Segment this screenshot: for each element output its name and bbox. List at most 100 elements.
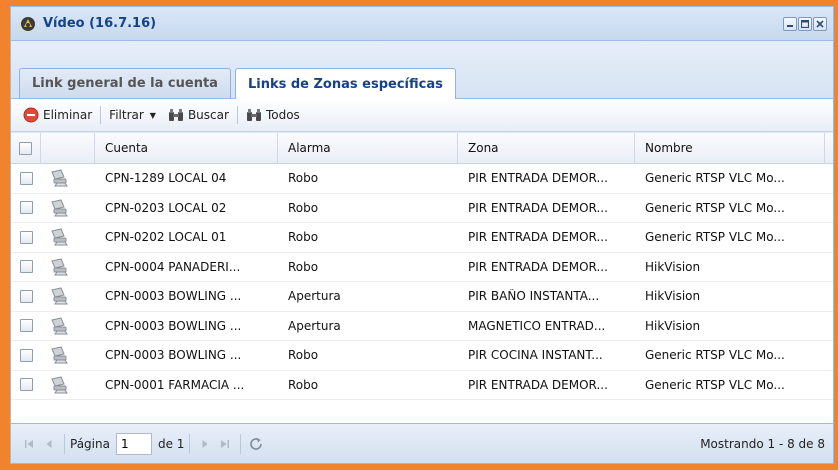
video-window: Vídeo (16.7.16) Link general de la cuent…	[10, 6, 834, 464]
cell-zona: PIR ENTRADA DEMOR...	[468, 200, 608, 215]
row-checkbox-cell[interactable]	[11, 371, 41, 400]
cell-zona: PIR ENTRADA DEMOR...	[468, 171, 608, 186]
select-all-checkbox-cell[interactable]	[11, 133, 41, 163]
cell-cuenta: CPN-1289 LOCAL 04	[105, 171, 227, 186]
cell-zona: MAGNETICO ENTRAD...	[468, 318, 606, 333]
cell-cuenta: CPN-0004 PANADERI...	[105, 259, 241, 274]
page-label: Página	[70, 436, 110, 451]
header-alarma[interactable]: Alarma	[278, 133, 458, 163]
filter-button[interactable]: Filtrar ▼	[103, 104, 162, 126]
cell-zona: PIR BAÑO INSTANTA...	[468, 289, 600, 304]
cell-alarma: Apertura	[288, 289, 341, 304]
next-page-icon	[202, 439, 208, 448]
window-titlebar[interactable]: Vídeo (16.7.16)	[11, 7, 833, 41]
table-row[interactable]: CPN-0202 LOCAL 01 Robo PIR ENTRADA DEMOR..…	[11, 223, 833, 253]
row-checkbox[interactable]	[19, 230, 33, 244]
row-checkbox-cell[interactable]	[11, 282, 41, 311]
grid-body: CPN-1289 LOCAL 04 Robo PIR ENTRADA DEMOR..…	[11, 164, 833, 400]
row-checkbox-cell[interactable]	[11, 341, 41, 370]
table-row[interactable]: CPN-1289 LOCAL 04 Robo PIR ENTRADA DEMOR..…	[11, 164, 833, 194]
first-page-icon	[25, 439, 33, 448]
cell-nombre: HikVision	[645, 289, 701, 304]
pager-separator	[64, 433, 65, 454]
camera-icon	[41, 253, 95, 282]
binoculars-icon	[168, 109, 183, 121]
refresh-button[interactable]	[246, 434, 266, 454]
last-page-icon	[221, 439, 230, 448]
window-title: Vídeo (16.7.16)	[43, 16, 157, 31]
camera-icon	[41, 341, 95, 370]
page-number-input[interactable]	[115, 432, 152, 455]
all-button[interactable]: Todos	[240, 104, 306, 126]
prev-page-icon	[46, 439, 52, 448]
cell-alarma: Robo	[288, 259, 319, 274]
cell-cuenta: CPN-0001 FARMACIA ...	[105, 377, 245, 392]
row-checkbox[interactable]	[19, 260, 33, 274]
row-checkbox-cell[interactable]	[11, 312, 41, 341]
cell-nombre: HikVision	[645, 259, 701, 274]
header-nombre[interactable]: Nombre	[635, 133, 825, 163]
delete-button[interactable]: Eliminar	[17, 104, 98, 126]
refresh-icon	[250, 437, 263, 450]
pager-separator	[240, 433, 242, 454]
delete-label: Eliminar	[43, 108, 93, 122]
page-of-label: de 1	[157, 436, 185, 451]
cell-nombre: Generic RTSP VLC Mo...	[645, 200, 785, 215]
camera-icon	[41, 312, 95, 341]
tab-link-general[interactable]: Link general de la cuenta	[19, 68, 231, 98]
table-row[interactable]: CPN-0004 PANADERI... Robo PIR ENTRADA DEMO…	[11, 253, 833, 282]
cell-alarma: Robo	[288, 230, 319, 245]
close-button[interactable]	[813, 16, 827, 31]
camera-icon	[41, 223, 95, 252]
table-row[interactable]: CPN-0003 BOWLING ... Apertura MAGNETICO EN…	[11, 312, 833, 341]
header-icon-column	[41, 133, 95, 163]
table-row[interactable]: CPN-0003 BOWLING ... Apertura PIR BAÑO INS…	[11, 282, 833, 312]
table-row[interactable]: CPN-0001 FARMACIA ... Robo PIR ENTRADA DEM…	[11, 371, 833, 400]
row-checkbox[interactable]	[19, 289, 33, 303]
cell-nombre: Generic RTSP VLC Mo...	[645, 377, 785, 392]
pager-separator	[189, 433, 191, 454]
camera-icon	[41, 282, 95, 311]
cell-nombre: Generic RTSP VLC Mo...	[645, 230, 785, 245]
cell-alarma: Robo	[288, 171, 319, 186]
filter-label: Filtrar	[109, 108, 144, 122]
cell-zona: PIR ENTRADA DEMOR...	[468, 259, 608, 274]
row-checkbox[interactable]	[19, 171, 33, 185]
row-checkbox[interactable]	[19, 201, 33, 215]
cell-cuenta: CPN-0003 BOWLING ...	[105, 289, 242, 304]
search-label: Buscar	[187, 108, 229, 122]
row-checkbox[interactable]	[19, 378, 33, 392]
tab-strip: Link general de la cuenta Links de Zonas…	[11, 41, 833, 99]
maximize-icon	[801, 19, 809, 28]
binoculars-icon	[246, 109, 261, 121]
cell-cuenta: CPN-0203 LOCAL 02	[105, 200, 227, 215]
grid-header: Cuenta Alarma Zona Nombre	[11, 133, 833, 164]
window-tools	[783, 16, 827, 31]
row-checkbox-cell[interactable]	[11, 164, 41, 193]
table-row[interactable]: CPN-0003 BOWLING ... Robo PIR COCINA INSTA…	[11, 341, 833, 371]
maximize-button[interactable]	[798, 16, 812, 31]
tab-links-zonas[interactable]: Links de Zonas específicas	[234, 68, 456, 99]
row-checkbox-cell[interactable]	[11, 223, 41, 252]
select-all-checkbox[interactable]	[19, 141, 32, 155]
row-checkbox[interactable]	[19, 348, 33, 362]
camera-icon	[41, 164, 95, 193]
prev-page-button[interactable]	[39, 434, 59, 454]
row-checkbox[interactable]	[19, 319, 33, 333]
cell-alarma: Robo	[288, 348, 319, 363]
cell-cuenta: CPN-0202 LOCAL 01	[105, 230, 227, 245]
header-cuenta[interactable]: Cuenta	[95, 133, 278, 163]
highlight-frame: Vídeo (16.7.16) Link general de la cuent…	[0, 0, 838, 470]
search-button[interactable]: Buscar	[162, 104, 235, 126]
close-icon	[816, 19, 824, 28]
first-page-button[interactable]	[19, 434, 39, 454]
cell-zona: PIR ENTRADA DEMOR...	[468, 230, 608, 245]
minimize-button[interactable]	[783, 16, 797, 31]
next-page-button[interactable]	[195, 434, 215, 454]
grid-toolbar: Eliminar Filtrar ▼ Buscar Todos	[11, 99, 833, 132]
row-checkbox-cell[interactable]	[11, 194, 41, 223]
row-checkbox-cell[interactable]	[11, 253, 41, 282]
table-row[interactable]: CPN-0203 LOCAL 02 Robo PIR ENTRADA DEMOR..…	[11, 194, 833, 223]
last-page-button[interactable]	[215, 434, 235, 454]
header-zona[interactable]: Zona	[458, 133, 635, 163]
